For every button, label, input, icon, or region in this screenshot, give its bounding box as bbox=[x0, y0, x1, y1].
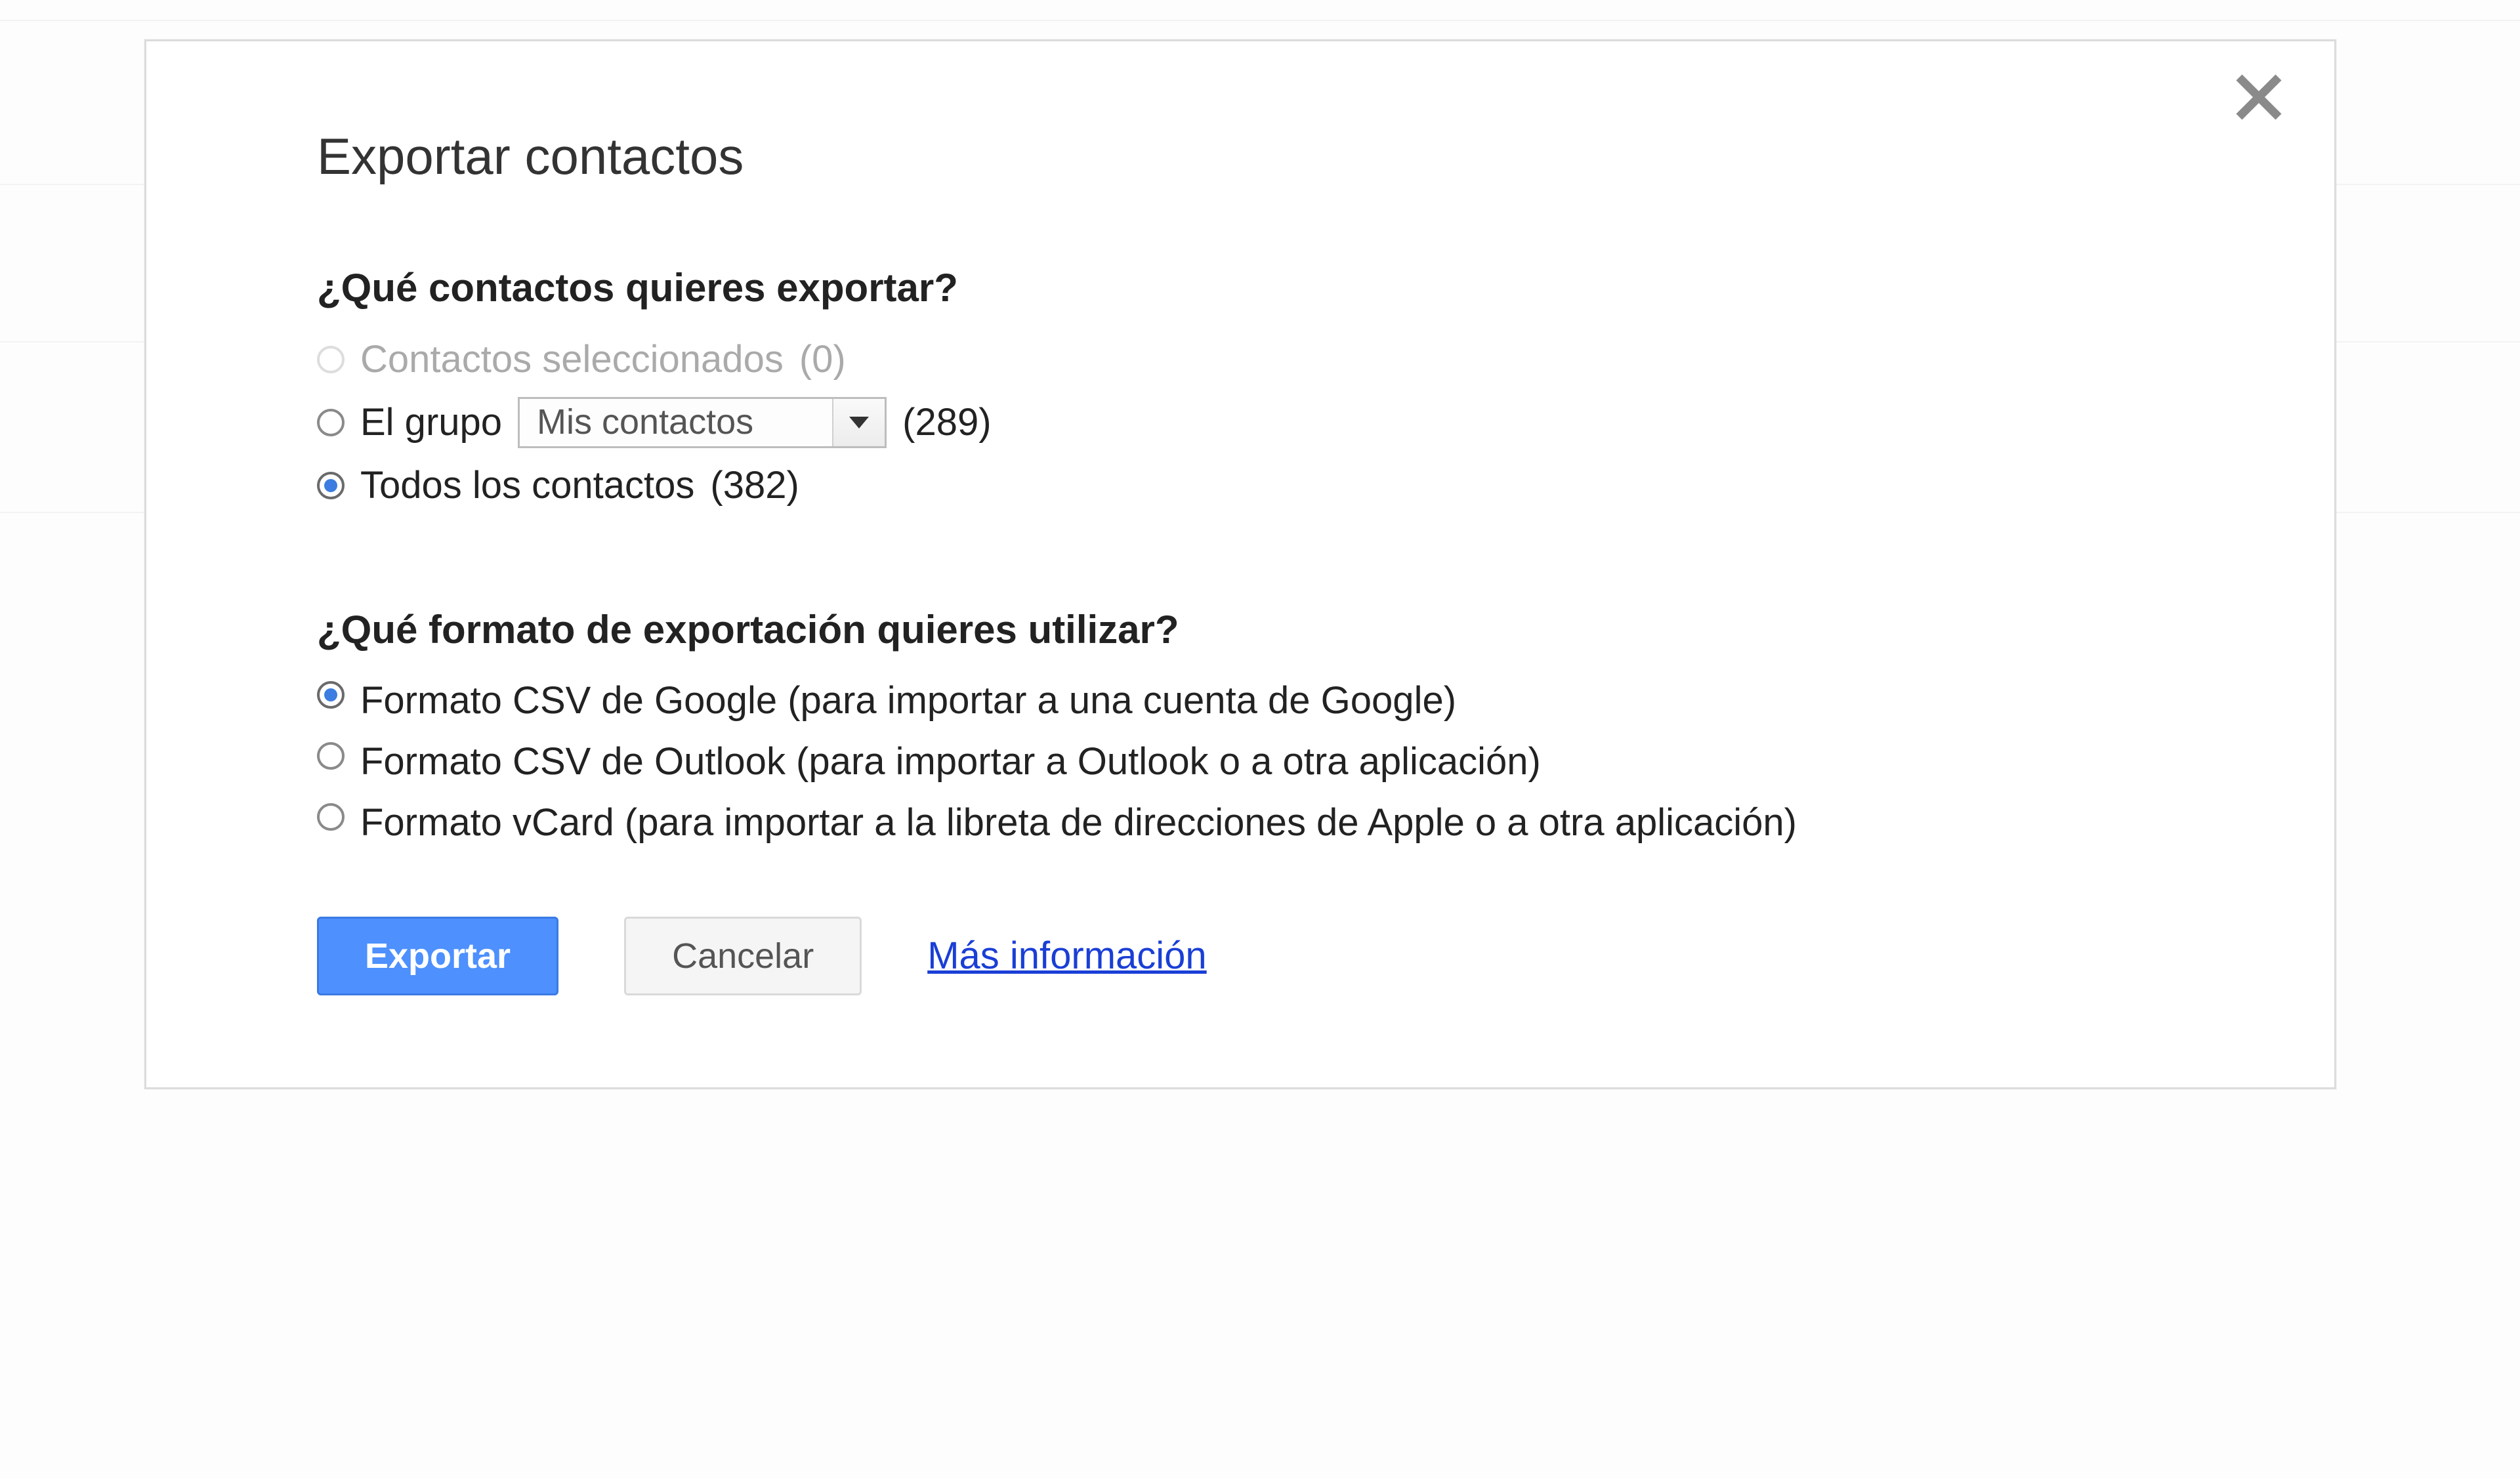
option-format-google-row: Formato CSV de Google (para importar a u… bbox=[317, 672, 2164, 729]
option-selected-contacts-count: (0) bbox=[799, 330, 846, 389]
radio-all-contacts[interactable] bbox=[317, 472, 345, 499]
group-select[interactable]: Mis contactos bbox=[518, 397, 887, 448]
option-selected-contacts-row: Contactos seleccionados (0) bbox=[317, 330, 2164, 389]
option-format-vcard-label: Formato vCard (para importar a la libret… bbox=[360, 794, 1797, 851]
format-section-heading: ¿Qué formato de exportación quieres util… bbox=[317, 607, 2164, 652]
radio-selected-contacts bbox=[317, 346, 345, 373]
close-button[interactable] bbox=[2229, 68, 2288, 127]
export-button[interactable]: Exportar bbox=[317, 917, 558, 995]
background-rule bbox=[0, 20, 2520, 21]
option-format-outlook-label: Formato CSV de Outlook (para importar a … bbox=[360, 733, 1541, 790]
radio-format-vcard[interactable] bbox=[317, 803, 345, 831]
radio-format-outlook[interactable] bbox=[317, 742, 345, 770]
more-info-link[interactable]: Más información bbox=[927, 934, 1206, 978]
contacts-section-heading: ¿Qué contactos quieres exportar? bbox=[317, 265, 2164, 310]
export-contacts-dialog: Exportar contactos ¿Qué contactos quiere… bbox=[144, 39, 2336, 1089]
option-format-outlook-row: Formato CSV de Outlook (para importar a … bbox=[317, 733, 2164, 790]
radio-format-google[interactable] bbox=[317, 681, 345, 709]
option-all-contacts-row: Todos los contactos (382) bbox=[317, 456, 2164, 515]
close-icon bbox=[2229, 68, 2288, 127]
option-group-label: El grupo bbox=[360, 393, 502, 452]
cancel-button[interactable]: Cancelar bbox=[624, 917, 862, 995]
group-select-value: Mis contactos bbox=[537, 395, 832, 450]
dialog-footer: Exportar Cancelar Más información bbox=[317, 917, 2164, 995]
option-selected-contacts-label: Contactos seleccionados bbox=[360, 330, 784, 389]
dialog-title: Exportar contactos bbox=[317, 127, 2164, 186]
option-format-google-label: Formato CSV de Google (para importar a u… bbox=[360, 672, 1456, 729]
option-group-count: (289) bbox=[902, 393, 991, 452]
option-group-row: El grupo Mis contactos (289) bbox=[317, 393, 2164, 452]
option-all-contacts-label: Todos los contactos bbox=[360, 456, 694, 515]
dropdown-arrow-icon bbox=[832, 399, 885, 446]
option-format-vcard-row: Formato vCard (para importar a la libret… bbox=[317, 794, 2164, 851]
option-all-contacts-count: (382) bbox=[710, 456, 799, 515]
radio-group[interactable] bbox=[317, 409, 345, 436]
